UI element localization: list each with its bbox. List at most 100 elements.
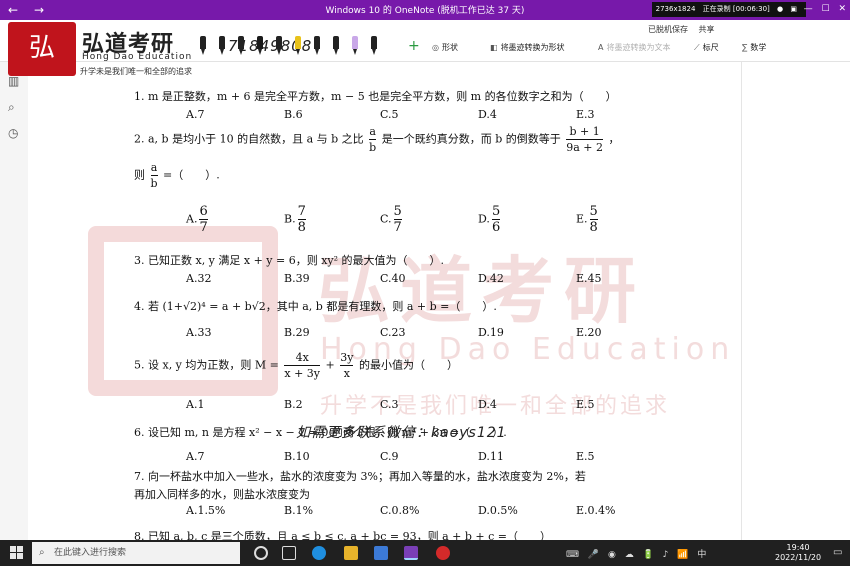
cloud-icon[interactable]: ☁ [625, 550, 634, 560]
taskbar-search-input[interactable]: ⌕ 在此键入进行搜索 [32, 542, 240, 564]
network-icon[interactable]: 📶 [677, 550, 688, 560]
mic-icon[interactable]: 🎤 [588, 550, 599, 560]
question-3: 3. 已知正数 x, y 满足 x + y = 6，则 xy² 的最大值为（ ）… [134, 254, 445, 267]
clock-time: 19:40 [786, 543, 810, 552]
pen-3-icon[interactable] [238, 36, 244, 56]
pen-7-icon[interactable] [314, 36, 320, 56]
edge-icon[interactable] [312, 546, 326, 560]
logo-english: Hong Dao Education [82, 52, 193, 62]
recent-icon[interactable]: ◷ [8, 126, 18, 140]
onenote-icon[interactable] [404, 546, 418, 560]
battery-icon[interactable]: 🔋 [643, 550, 654, 560]
clock-date: 2022/11/20 [775, 553, 822, 562]
offline-saved-label: 已脱机保存 [648, 25, 688, 34]
cortana-icon[interactable] [254, 546, 268, 560]
q7-option-b: B.1% [284, 504, 314, 517]
recorder-bar: 2736x1824 正在录制 [00:06:30] ● ▣ [651, 2, 806, 17]
q3-option-c: C.40 [380, 272, 406, 285]
q4-option-a: A.33 [186, 326, 212, 339]
q2-frac-a-b-2: ab [150, 161, 158, 190]
q2-option-c: C. 5 7 [380, 204, 402, 235]
q1-option-a: A.7 [186, 108, 205, 121]
close-button[interactable]: ✕ [838, 4, 846, 14]
q5-option-c: C.3 [380, 398, 399, 411]
taskbar: ⌕ 在此键入进行搜索 ⌨ 🎤 ◉ ☁ 🔋 ♪ 📶 中 19:40 2022/11… [0, 540, 850, 566]
shapes-icon: ◎ [432, 43, 439, 52]
ime-indicator[interactable]: 中 [697, 550, 706, 560]
q6-option-a: A.7 [186, 450, 205, 463]
minimize-button[interactable]: — [804, 4, 813, 14]
pen-6-icon[interactable] [295, 36, 301, 56]
q1-option-e: E.3 [576, 108, 595, 121]
q7-option-e: E.0.4% [576, 504, 616, 517]
pen-10-icon[interactable] [371, 36, 377, 56]
ribbon-status: 已脱机保存 共享 [648, 24, 723, 35]
share-button[interactable]: 共享 [699, 25, 715, 34]
q2-frac-b1-9a2: b + 1 9a + 2 [566, 125, 604, 154]
start-button[interactable] [10, 546, 24, 560]
logo: 弘 [8, 20, 78, 78]
q2-option-e: E. 5 8 [576, 204, 598, 235]
keyboard-icon[interactable]: ⌨ [566, 550, 579, 560]
q5-option-e: E.5 [576, 398, 595, 411]
file-explorer-icon[interactable] [344, 546, 358, 560]
q3-option-d: D.42 [478, 272, 504, 285]
question-4: 4. 若 (1+√2)⁴ = a + b√2，其中 a, b 都是有理数，则 a… [134, 300, 497, 313]
logo-slogan: 升学未是我们唯一和全部的追求 [80, 67, 192, 76]
maximize-button[interactable]: ☐ [822, 4, 830, 14]
ruler-button[interactable]: ⟋ 标尺 [694, 42, 719, 53]
notification-icon[interactable]: ▭ [833, 547, 842, 558]
math-icon: ∑ [742, 43, 748, 52]
search-icon[interactable]: ⌕ [8, 100, 15, 115]
q1-option-b: B.6 [284, 108, 303, 121]
ink-to-shape-icon: ◧ [490, 43, 498, 52]
logo-seal: 弘 [8, 22, 76, 76]
page-margin-line [741, 62, 742, 540]
ink-to-shape-button[interactable]: ◧ 将墨迹转换为形状 [490, 42, 565, 53]
q7-option-d: D.0.5% [478, 504, 518, 517]
add-pen-button[interactable]: + [408, 38, 420, 54]
q3-option-b: B.39 [284, 272, 310, 285]
search-icon: ⌕ [39, 547, 45, 558]
question-7: 7. 向一杯盐水中加入一些水，盐水的浓度变为 3%；再加入等量的水，盐水浓度变为… [134, 470, 586, 483]
window-controls: — ☐ ✕ [798, 2, 846, 17]
ink-to-text-button[interactable]: A 将墨迹转换为文本 [598, 42, 670, 53]
q5-option-a: A.1 [186, 398, 205, 411]
recorder-resolution: 2736x1824 [655, 5, 696, 13]
q5-option-b: B.2 [284, 398, 303, 411]
pen-8-icon[interactable] [333, 36, 339, 56]
recorder-status: 正在录制 [00:06:30] [702, 5, 770, 13]
record-icon[interactable]: ● [777, 5, 783, 13]
q4-option-b: B.29 [284, 326, 310, 339]
clock[interactable]: 19:40 2022/11/20 [775, 543, 821, 563]
record-indicator-icon[interactable]: ◉ [608, 550, 616, 560]
pen-5-icon[interactable] [276, 36, 282, 56]
pen-9-icon[interactable] [352, 36, 358, 56]
question-2-line-2: 则 ab =（ ）. [134, 161, 220, 190]
system-tray: ⌨ 🎤 ◉ ☁ 🔋 ♪ 📶 中 [566, 547, 712, 560]
ink-to-text-icon: A [598, 43, 604, 52]
volume-icon[interactable]: ♪ [663, 550, 669, 560]
q5-frac-3y: 3y x [340, 351, 354, 380]
q7-option-a: A.1.5% [186, 504, 226, 517]
camera-icon[interactable]: ▣ [790, 5, 797, 13]
pen-2-icon[interactable] [219, 36, 225, 56]
shapes-button[interactable]: ◎ 形状 [432, 42, 458, 53]
recorder-icon[interactable] [436, 546, 450, 560]
ruler-icon: ⟋ [694, 43, 700, 52]
q3-option-e: E.45 [576, 272, 602, 285]
q1-option-c: C.5 [380, 108, 399, 121]
wechat-note: 如需更多联系微信：kaoys121 [296, 425, 507, 441]
question-7-line-2: 再加入同样多的水，则盐水浓度变为 [134, 488, 310, 501]
task-view-icon[interactable] [282, 546, 296, 560]
q2-option-d: D. 5 6 [478, 204, 501, 235]
question-2: 2. a, b 是均小于 10 的自然数，且 a 与 b 之比 ab 是一个既约… [134, 125, 620, 154]
title-bar: ← → Windows 10 的 OneNote (脱机工作已达 37 天) 2… [0, 0, 850, 20]
sidebar: ▥ ⌕ ◷ [0, 62, 28, 540]
pen-4-icon[interactable] [257, 36, 263, 56]
mail-icon[interactable] [374, 546, 388, 560]
pen-1-icon[interactable] [200, 36, 206, 56]
math-button[interactable]: ∑ 数学 [742, 42, 766, 53]
q2-frac-a-b: ab [369, 125, 377, 154]
q6-option-e: E.5 [576, 450, 595, 463]
